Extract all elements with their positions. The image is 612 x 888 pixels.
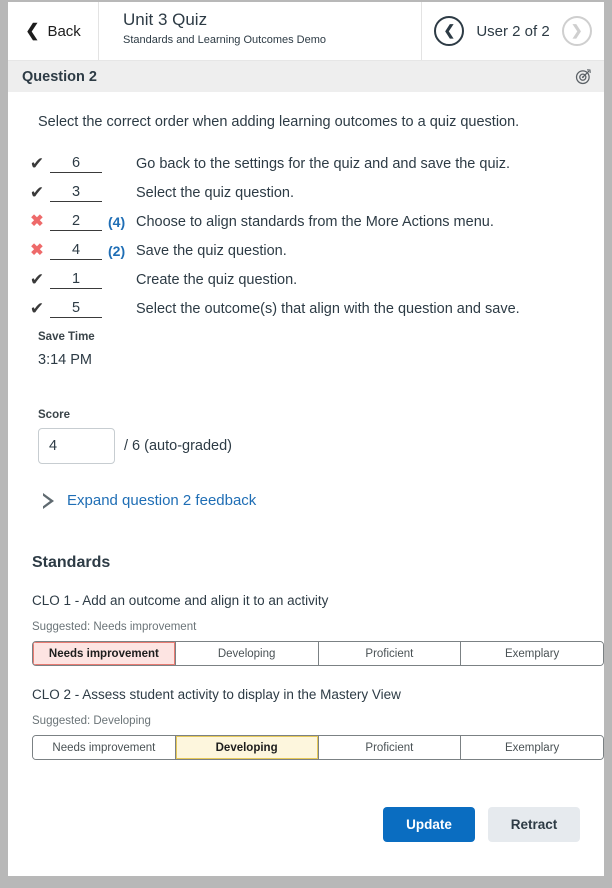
ordering-row: ✔ 6 Go back to the settings for the quiz…	[24, 149, 588, 178]
rating-option-needs-improvement[interactable]: Needs improvement	[33, 736, 176, 759]
standard-block: CLO 1 - Add an outcome and align it to a…	[24, 593, 604, 666]
chevron-left-circle-icon: ❮	[443, 22, 456, 38]
rating-option-developing[interactable]: Developing	[175, 736, 319, 759]
question-body: Select the correct order when adding lea…	[8, 92, 604, 842]
question-number-label: Question 2	[22, 68, 97, 85]
quiz-title-block: Unit 3 Quiz Standards and Learning Outco…	[99, 2, 422, 60]
ordering-row-text: Go back to the settings for the quiz and…	[136, 155, 511, 172]
user-nav-label: User 2 of 2	[476, 22, 550, 40]
ordering-row-text: Select the outcome(s) that align with th…	[136, 300, 520, 317]
rating-option-proficient[interactable]: Proficient	[318, 642, 462, 665]
standard-suggested: Suggested: Developing	[32, 715, 151, 727]
quiz-grading-panel: ❮ Back Unit 3 Quiz Standards and Learnin…	[8, 2, 604, 876]
ordering-row: ✔ 1 Create the quiz question.	[24, 265, 588, 294]
chevron-left-icon: ❮	[25, 21, 40, 40]
score-row: / 6 (auto-graded)	[24, 428, 588, 464]
expand-feedback-toggle[interactable]: Expand question 2 feedback	[24, 492, 588, 509]
rating-option-proficient[interactable]: Proficient	[318, 736, 462, 759]
cross-icon: ✖	[30, 241, 44, 259]
standards-heading: Standards	[32, 554, 111, 571]
back-button-label: Back	[47, 22, 81, 40]
standard-name: CLO 2 - Assess student activity to displ…	[32, 687, 401, 702]
ordering-row-text: Choose to align standards from the More …	[136, 213, 494, 230]
rating-scale: Needs improvement Developing Proficient …	[32, 641, 604, 666]
ordering-answer-list: ✔ 6 Go back to the settings for the quiz…	[24, 149, 588, 323]
answer-blank: 3	[50, 184, 102, 202]
action-footer: Update Retract	[24, 807, 588, 842]
check-icon: ✔	[29, 270, 45, 289]
save-time-label: Save Time	[38, 331, 95, 343]
ordering-row-text: Select the quiz question.	[136, 184, 294, 201]
answer-blank: 1	[50, 271, 102, 289]
quiz-title: Unit 3 Quiz	[123, 10, 208, 29]
app-header: ❮ Back Unit 3 Quiz Standards and Learnin…	[8, 2, 604, 61]
ordering-row-text: Create the quiz question.	[136, 271, 298, 288]
check-icon: ✔	[29, 299, 45, 318]
answer-blank: 2	[50, 213, 102, 231]
back-button[interactable]: ❮ Back	[8, 2, 99, 60]
previous-user-button[interactable]: ❮	[434, 16, 465, 46]
rating-option-developing[interactable]: Developing	[175, 642, 319, 665]
answer-blank: 6	[50, 155, 102, 173]
standard-suggested: Suggested: Needs improvement	[32, 621, 197, 633]
check-icon: ✔	[29, 154, 45, 173]
correct-answer-hint: (4)	[108, 213, 126, 230]
rating-option-needs-improvement[interactable]: Needs improvement	[33, 642, 176, 665]
expand-feedback-label: Expand question 2 feedback	[67, 492, 257, 509]
triangle-right-icon	[42, 492, 54, 509]
save-time-value: 3:14 PM	[38, 352, 92, 368]
retract-button[interactable]: Retract	[488, 807, 580, 842]
next-user-button[interactable]: ❯	[561, 16, 592, 46]
answer-blank: 4	[50, 242, 102, 260]
ordering-row: ✖ 4 (2) Save the quiz question.	[24, 236, 588, 265]
answer-blank: 5	[50, 300, 102, 318]
standard-block: CLO 2 - Assess student activity to displ…	[24, 687, 604, 760]
check-icon: ✔	[29, 183, 45, 202]
question-header-bar: Question 2	[8, 61, 604, 92]
cross-icon: ✖	[30, 212, 44, 230]
ordering-row: ✔ 5 Select the outcome(s) that align wit…	[24, 294, 588, 323]
rating-scale: Needs improvement Developing Proficient …	[32, 735, 604, 760]
standard-name: CLO 1 - Add an outcome and align it to a…	[32, 593, 329, 608]
ordering-row-text: Save the quiz question.	[136, 242, 287, 259]
score-out-of: / 6 (auto-graded)	[124, 438, 233, 454]
score-input[interactable]	[38, 428, 115, 464]
rating-option-exemplary[interactable]: Exemplary	[461, 736, 603, 759]
correct-answer-hint: (2)	[108, 242, 126, 259]
chevron-right-circle-icon: ❯	[570, 22, 583, 38]
ordering-row: ✖ 2 (4) Choose to align standards from t…	[24, 207, 588, 236]
course-subtitle: Standards and Learning Outcomes Demo	[123, 34, 327, 46]
ordering-row: ✔ 3 Select the quiz question.	[24, 178, 588, 207]
score-label: Score	[38, 409, 70, 421]
target-bullseye-icon[interactable]	[575, 68, 592, 85]
rating-option-exemplary[interactable]: Exemplary	[461, 642, 603, 665]
question-prompt: Select the correct order when adding lea…	[38, 114, 520, 130]
user-navigation: ❮ User 2 of 2 ❯	[422, 2, 604, 60]
update-button[interactable]: Update	[383, 807, 475, 842]
